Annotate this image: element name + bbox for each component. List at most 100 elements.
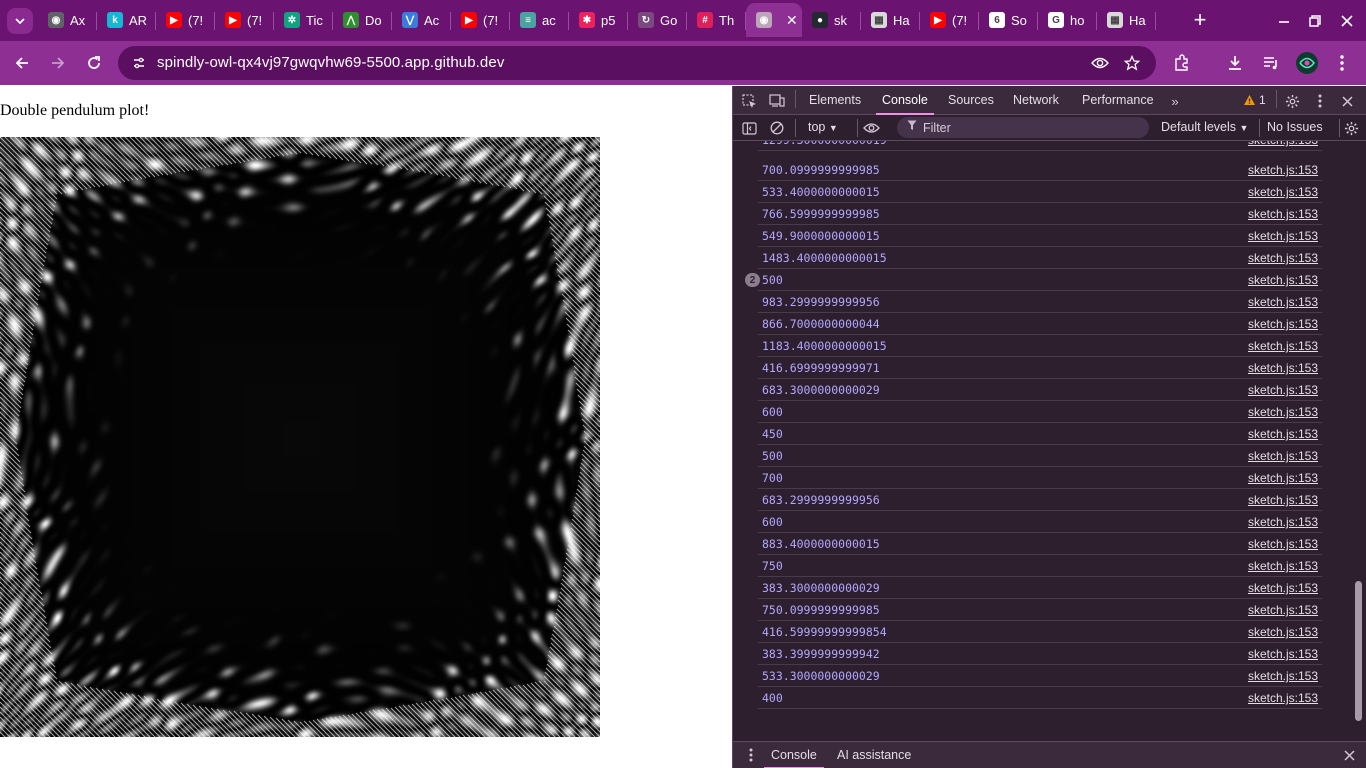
clear-console-icon[interactable] (767, 118, 787, 138)
browser-tab[interactable]: ↻ Go (628, 3, 687, 37)
browser-tab[interactable]: ◉ ✕ (746, 3, 802, 37)
chrome-menu-button[interactable] (1328, 49, 1356, 77)
browser-tab[interactable]: ≡ ac (510, 3, 569, 37)
devtools-tab-elements[interactable]: Elements (809, 86, 861, 115)
extensions-button[interactable] (1168, 49, 1196, 77)
source-link[interactable]: sketch.js:153 (1248, 273, 1318, 287)
source-link[interactable]: sketch.js:153 (1248, 229, 1318, 243)
drawer-tab[interactable]: AI assistance (837, 742, 911, 768)
warning-counter[interactable]: 1 (1243, 93, 1266, 107)
source-link[interactable]: sketch.js:153 (1248, 537, 1318, 551)
close-tab-icon[interactable]: ✕ (786, 12, 798, 29)
browser-tab[interactable]: ▶ (7! (215, 3, 274, 37)
device-toolbar-icon[interactable] (767, 91, 787, 111)
source-link[interactable]: sketch.js:153 (1248, 515, 1318, 529)
source-link[interactable]: sketch.js:153 (1248, 449, 1318, 463)
url-text[interactable]: spindly-owl-qx4vj97gwqvhw69-5500.app.git… (157, 54, 504, 71)
inspect-element-icon[interactable] (739, 91, 759, 111)
site-info-icon[interactable] (126, 50, 152, 76)
eye-icon[interactable] (1087, 50, 1113, 76)
source-link[interactable]: sketch.js:153 (1248, 383, 1318, 397)
browser-tab[interactable]: Gho (1038, 3, 1097, 37)
console-message-value: 600 (762, 515, 783, 529)
browser-tab[interactable]: ▶ (7! (156, 3, 215, 37)
browser-tab[interactable]: 6 So (979, 3, 1038, 37)
source-link[interactable]: sketch.js:153 (1248, 691, 1318, 705)
devtools-menu-icon[interactable] (1310, 91, 1330, 111)
tab-strip: ◉ Ax k AR ▶ (7! ▶ (7! ✲ Tic ⋀ Do ⋁ Ac ▶ (7! ≡ ac ✱ p5 ↻ Go # Th… (0, 0, 1366, 41)
source-link[interactable]: sketch.js:153 (1248, 317, 1318, 331)
browser-tab[interactable]: k AR (97, 3, 156, 37)
new-tab-button[interactable]: + (1188, 6, 1212, 34)
source-link[interactable]: sketch.js:153 (1248, 405, 1318, 419)
devtools-tab-performance[interactable]: Performance (1082, 86, 1154, 115)
source-link[interactable]: sketch.js:153 (1248, 559, 1318, 573)
tab-search-button[interactable] (7, 8, 33, 34)
settings-gear-icon[interactable] (1282, 91, 1302, 111)
browser-tab[interactable]: ⋀ Do (333, 3, 392, 37)
tab-title: (7! (483, 12, 499, 28)
source-link[interactable]: sketch.js:153 (1248, 471, 1318, 485)
back-button[interactable] (8, 49, 36, 77)
source-link[interactable]: sketch.js:153 (1248, 581, 1318, 595)
browser-tab[interactable]: ▦ Ha (861, 3, 920, 37)
browser-tab[interactable]: ✱ p5 (569, 3, 628, 37)
source-link[interactable]: sketch.js:153 (1248, 361, 1318, 375)
source-link[interactable]: sketch.js:153 (1248, 185, 1318, 199)
console-settings-gear-icon[interactable] (1341, 118, 1361, 138)
sidebar-toggle-icon[interactable] (739, 118, 759, 138)
source-link[interactable]: sketch.js:153 (1248, 603, 1318, 617)
source-link[interactable]: sketch.js:153 (1248, 647, 1318, 661)
browser-tab[interactable]: ▶ (7! (451, 3, 510, 37)
source-link[interactable]: sketch.js:153 (1248, 493, 1318, 507)
minimize-button[interactable] (1271, 8, 1297, 34)
log-levels-dropdown[interactable]: Default levels ▼ (1161, 120, 1248, 134)
source-link[interactable]: sketch.js:153 (1248, 427, 1318, 441)
close-devtools-icon[interactable] (1337, 91, 1357, 111)
source-link[interactable]: sketch.js:153 (1248, 163, 1318, 177)
source-link[interactable]: sketch.js:153 (1248, 251, 1318, 265)
browser-tab[interactable]: ▶ (7! (920, 3, 979, 37)
drawer-tab[interactable]: Console (764, 742, 824, 768)
browser-tab[interactable]: ✲ Tic (274, 3, 333, 37)
page-heading: Double pendulum plot! (0, 102, 150, 119)
bookmark-star-icon[interactable] (1119, 50, 1145, 76)
reload-button[interactable] (80, 49, 108, 77)
source-link[interactable]: sketch.js:153 (1248, 339, 1318, 353)
double-pendulum-plot-canvas[interactable] (0, 137, 600, 737)
filter-box[interactable] (897, 117, 1149, 138)
console-messages[interactable]: › 1299.3000000000019sketch.js:153700.099… (733, 141, 1351, 741)
source-link[interactable]: sketch.js:153 (1248, 295, 1318, 309)
console-scrollbar[interactable] (1351, 141, 1366, 741)
source-link[interactable]: sketch.js:153 (1248, 141, 1318, 147)
browser-tab[interactable]: ◉ Ax (38, 3, 97, 37)
browser-tab[interactable]: # Th (687, 3, 746, 37)
restore-button[interactable] (1302, 8, 1328, 34)
devtools-tab-console[interactable]: Console (876, 86, 934, 115)
source-link[interactable]: sketch.js:153 (1248, 669, 1318, 683)
devtools-tab-network[interactable]: Network (1013, 86, 1059, 115)
downloads-button[interactable] (1221, 49, 1249, 77)
source-link[interactable]: sketch.js:153 (1248, 207, 1318, 221)
more-tabs-icon[interactable]: » (1165, 91, 1185, 111)
drawer-menu-icon[interactable] (741, 745, 761, 765)
console-message-value: 416.6999999999971 (762, 361, 880, 375)
profile-avatar[interactable] (1293, 49, 1321, 77)
scroll-thumb[interactable] (1355, 581, 1362, 721)
browser-tab[interactable]: ● sk (802, 3, 861, 37)
media-controls-button[interactable] (1257, 49, 1285, 77)
context-select[interactable]: top ▼ (808, 120, 838, 134)
forward-button[interactable] (44, 49, 72, 77)
close-window-button[interactable] (1334, 8, 1360, 34)
source-link[interactable]: sketch.js:153 (1248, 625, 1318, 639)
close-drawer-icon[interactable] (1339, 745, 1359, 765)
live-expression-eye-icon[interactable] (861, 118, 881, 138)
devtools-tab-sources[interactable]: Sources (948, 86, 994, 115)
browser-tab[interactable]: ▦ Ha (1097, 3, 1156, 37)
console-message: 533.4000000000015 sketch.js:153 (758, 181, 1322, 203)
address-bar[interactable]: spindly-owl-qx4vj97gwqvhw69-5500.app.git… (118, 46, 1156, 80)
issues-button[interactable]: No Issues (1267, 120, 1323, 134)
filter-input[interactable] (923, 119, 1123, 136)
devtools-drawer: Console AI assistance (733, 741, 1366, 768)
browser-tab[interactable]: ⋁ Ac (392, 3, 451, 37)
